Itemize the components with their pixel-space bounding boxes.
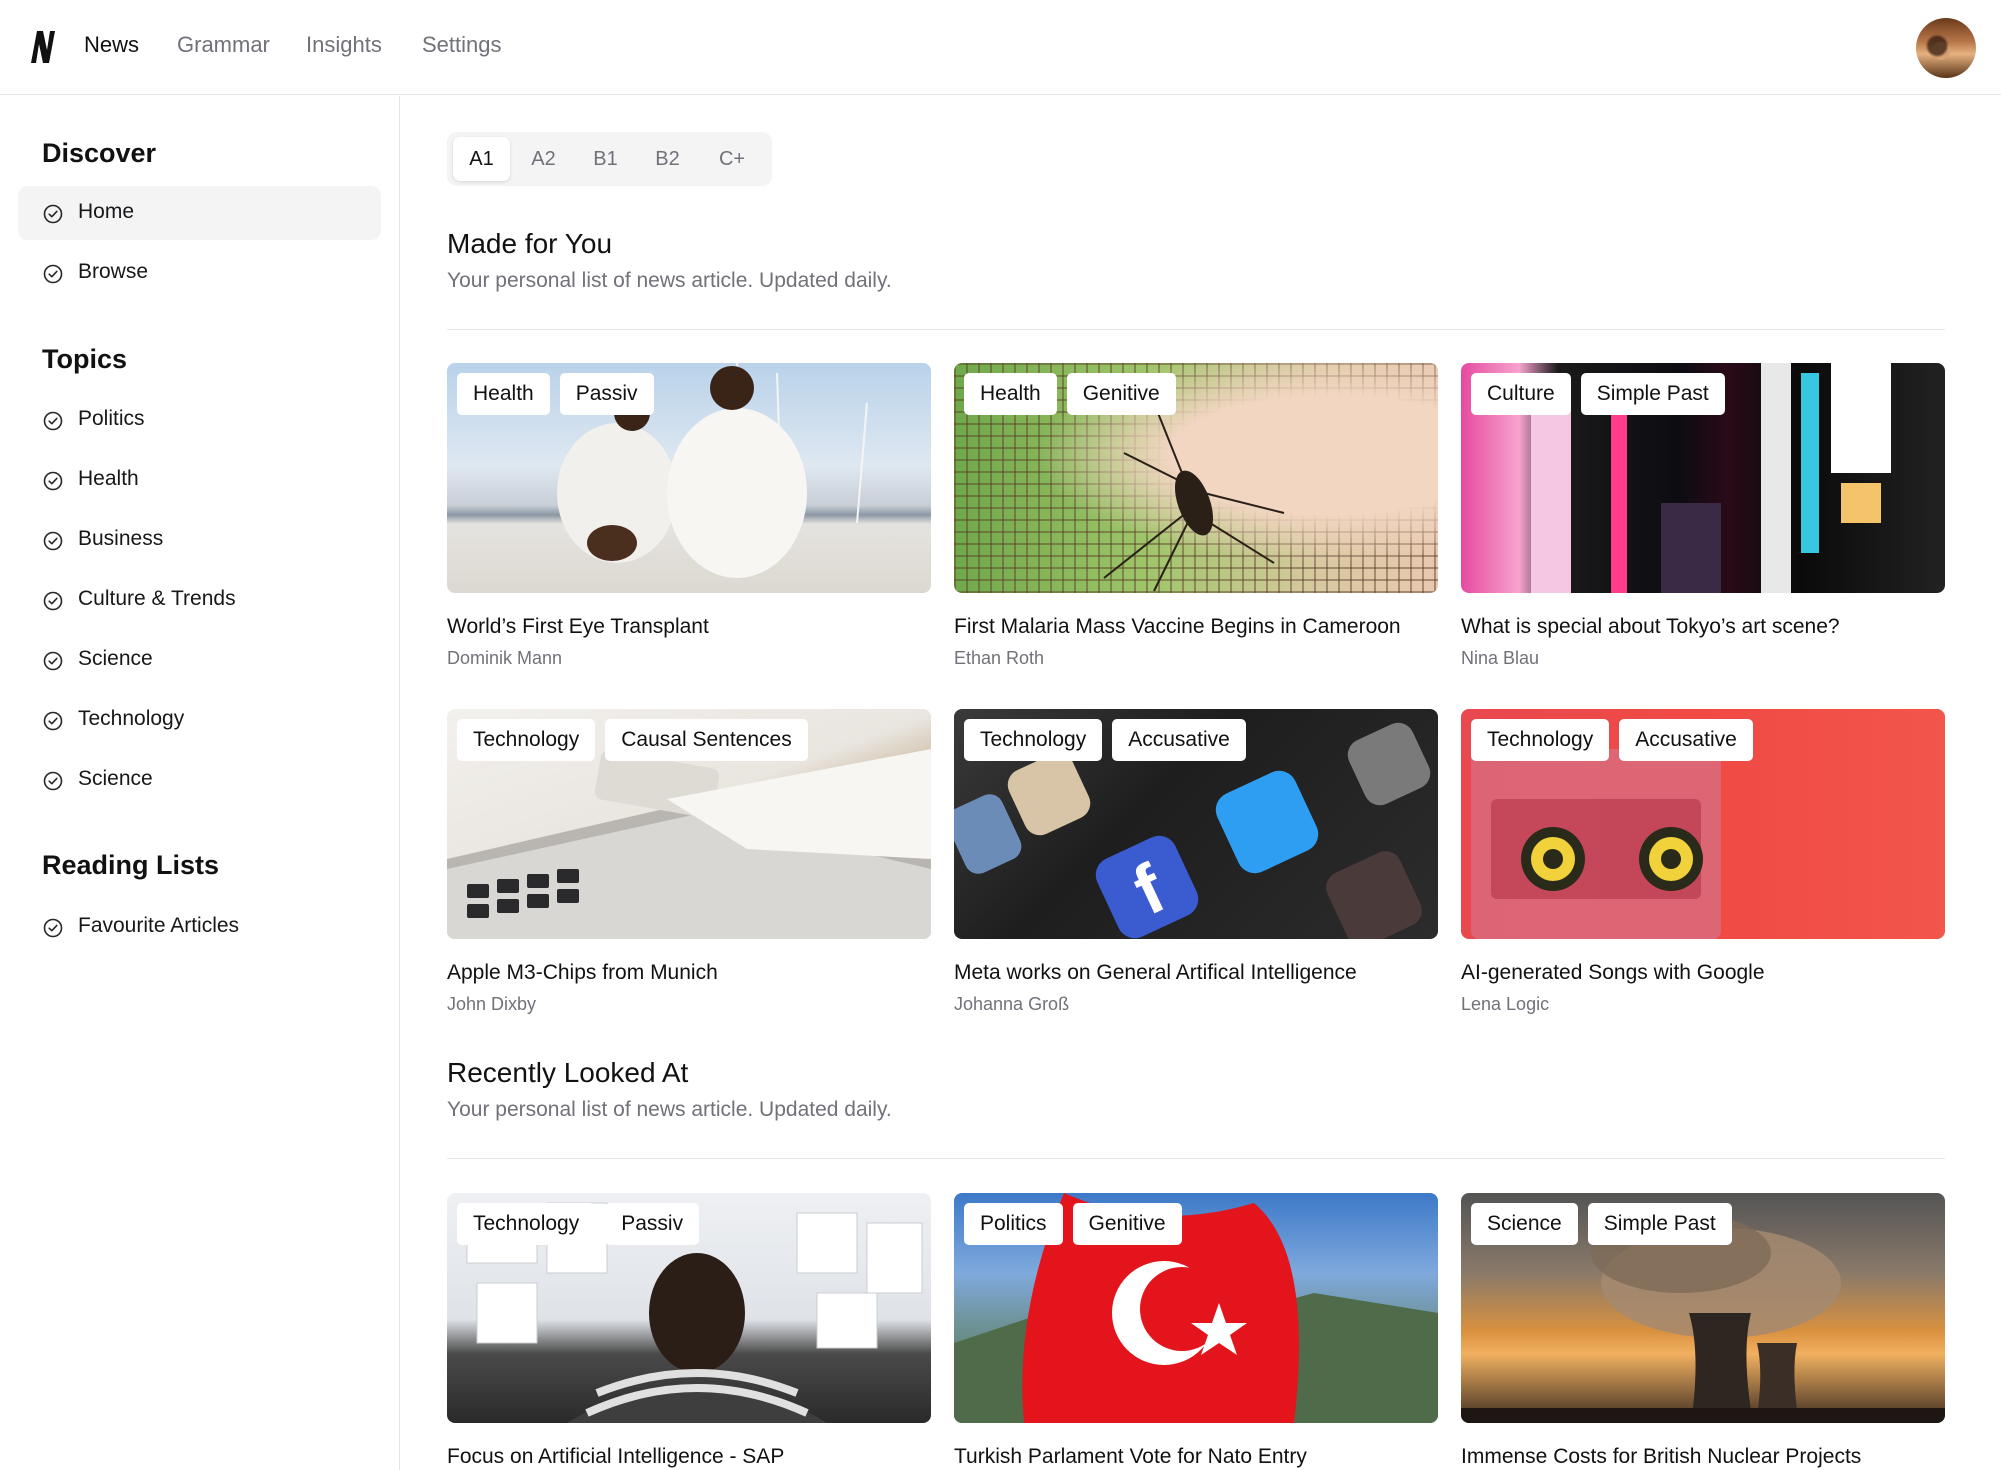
tag-topic[interactable]: Technology [1471,719,1610,761]
tag-topic[interactable]: Politics [964,1203,1063,1245]
tab-level-a1[interactable]: A1 [453,137,510,181]
tag-grammar[interactable]: Simple Past [1587,1203,1732,1245]
tag-grammar[interactable]: Genitive [1066,373,1176,415]
section-title-made-for-you: Made for You [447,228,613,259]
article-title[interactable]: World’s First Eye Transplant [447,615,709,639]
article-author: Lena Logic [1461,994,1550,1014]
sidebar-item-label: Technology [78,707,185,730]
sidebar-item-technology[interactable]: Technology [18,693,381,747]
sidebar-item-label: Business [78,527,164,550]
check-circle-icon [43,711,63,731]
article-title[interactable]: Immense Costs for British Nuclear Projec… [1461,1445,1861,1469]
article-title[interactable]: Apple M3-Chips from Munich [447,961,718,985]
nav-link-insights[interactable]: Insights [306,32,382,58]
tag-topic[interactable]: Technology [457,719,596,761]
sidebar-item-label: Health [78,467,139,490]
article-title[interactable]: AI-generated Songs with Google [1461,961,1765,985]
sidebar-item-health[interactable]: Health [18,453,381,507]
level-tabs: A1 A2 B1 B2 C+ [447,132,772,186]
article-title[interactable]: First Malaria Mass Vaccine Begins in Cam… [954,615,1401,639]
sidebar-item-home[interactable]: Home [18,186,381,240]
tag-grammar[interactable]: Passiv [605,1203,700,1245]
sidebar-item-label: Favourite Articles [78,914,240,937]
tag-grammar[interactable]: Causal Sentences [605,719,808,761]
article-title[interactable]: Focus on Artificial Intelligence - SAP [447,1445,784,1469]
user-avatar[interactable] [1916,18,1976,78]
sidebar: Discover Home Browse Topics Politics Hea… [0,96,400,1470]
sidebar-item-label: Politics [78,407,145,430]
tag-grammar[interactable]: Passiv [559,373,654,415]
nav-link-news[interactable]: News [84,32,139,58]
top-navigation: News Grammar Insights Settings [0,0,2001,95]
tag-topic[interactable]: Health [457,373,550,415]
check-circle-icon [43,918,63,938]
tab-level-a2[interactable]: A2 [515,137,572,181]
nav-link-settings[interactable]: Settings [422,32,502,58]
section-subtitle-recently-looked-at: Your personal list of news article. Upda… [447,1098,892,1121]
sidebar-heading-discover: Discover [42,138,157,168]
tag-grammar[interactable]: Accusative [1619,719,1753,761]
sidebar-item-browse[interactable]: Browse [18,246,381,300]
check-circle-icon [43,411,63,431]
sidebar-item-science-2[interactable]: Science [18,753,381,807]
tag-grammar[interactable]: Simple Past [1580,373,1725,415]
tag-topic[interactable]: Technology [457,1203,596,1245]
tag-grammar[interactable]: Accusative [1112,719,1246,761]
tag-topic[interactable]: Health [964,373,1057,415]
sidebar-item-label: Home [78,200,135,223]
tag-topic[interactable]: Culture [1471,373,1571,415]
tab-level-c-plus[interactable]: C+ [701,137,763,181]
sidebar-item-favourite-articles[interactable]: Favourite Articles [18,900,381,954]
tab-level-b2[interactable]: B2 [639,137,696,181]
check-circle-icon [43,264,63,284]
section-divider [447,1158,1945,1159]
tag-topic[interactable]: Science [1471,1203,1578,1245]
article-title[interactable]: What is special about Tokyo’s art scene? [1461,615,1840,639]
brand-logo-icon[interactable] [30,30,56,64]
article-author: Nina Blau [1461,648,1540,668]
sidebar-heading-topics: Topics [42,344,128,374]
tab-level-b1[interactable]: B1 [577,137,634,181]
section-subtitle-made-for-you: Your personal list of news article. Upda… [447,269,892,292]
check-circle-icon [43,771,63,791]
sidebar-item-label: Browse [78,260,149,283]
sidebar-item-culture-trends[interactable]: Culture & Trends [18,573,381,627]
sidebar-item-science[interactable]: Science [18,633,381,687]
check-circle-icon [43,531,63,551]
article-author: Dominik Mann [447,648,563,668]
article-author: Johanna Groß [954,994,1070,1014]
check-circle-icon [43,591,63,611]
section-divider [447,329,1945,330]
check-circle-icon [43,471,63,491]
sidebar-heading-reading-lists: Reading Lists [42,850,220,880]
section-title-recently-looked-at: Recently Looked At [447,1057,689,1088]
sidebar-item-label: Culture & Trends [78,587,236,610]
article-author: Ethan Roth [954,648,1045,668]
nav-link-grammar[interactable]: Grammar [177,32,270,58]
tag-topic[interactable]: Technology [964,719,1103,761]
check-circle-icon [43,651,63,671]
tag-grammar[interactable]: Genitive [1072,1203,1182,1245]
sidebar-item-politics[interactable]: Politics [18,393,381,447]
sidebar-item-business[interactable]: Business [18,513,381,567]
article-author: John Dixby [447,994,537,1014]
sidebar-item-label: Science [78,647,153,670]
sidebar-item-label: Science [78,767,153,790]
check-circle-icon [43,204,63,224]
article-title[interactable]: Turkish Parlament Vote for Nato Entry [954,1445,1307,1469]
article-title[interactable]: Meta works on General Artifical Intellig… [954,961,1357,985]
